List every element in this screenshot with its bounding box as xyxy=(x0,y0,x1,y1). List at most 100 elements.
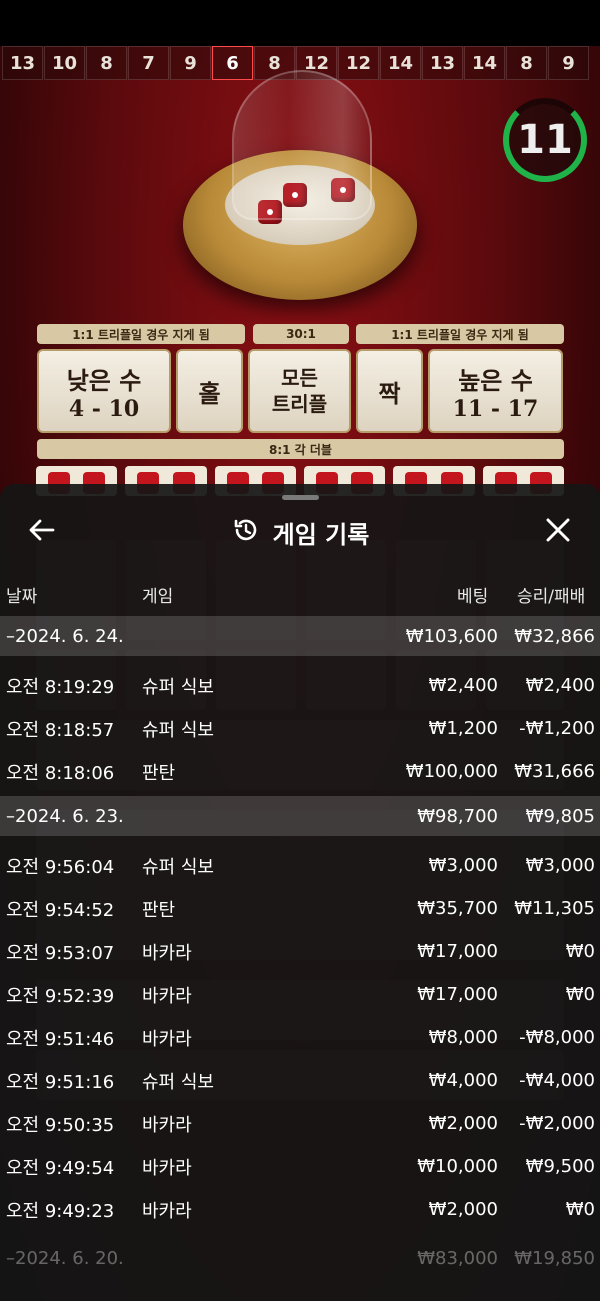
row-win-loss: ₩32,866 xyxy=(514,625,595,647)
status-bar xyxy=(0,0,600,46)
row-time: –2024. 6. 20. xyxy=(6,1248,124,1269)
row-win-loss: ₩0 xyxy=(565,1199,595,1220)
history-clock-icon xyxy=(231,516,259,548)
history-result-cell: 14 xyxy=(464,46,505,80)
history-row[interactable]: 오전 8:18:57 슈퍼 식보 ₩1,200 -₩1,200 xyxy=(0,707,600,750)
bet-small[interactable]: 낮은 수 4 - 10 xyxy=(37,349,171,433)
column-header-bet: 베팅 xyxy=(457,587,489,607)
date-group-row: –2024. 6. 20. ₩83,000 ₩19,850 xyxy=(0,1237,600,1280)
bet-odd-label: 홀 xyxy=(198,379,221,408)
row-game: 판탄 xyxy=(142,762,176,784)
sheet-header: 게임 기록 xyxy=(0,504,600,560)
row-win-loss: -₩1,200 xyxy=(519,718,595,739)
countdown-timer: 11 xyxy=(503,98,587,182)
history-row[interactable]: 오전 9:49:54 바카라 ₩10,000 ₩9,500 xyxy=(0,1145,600,1188)
row-bet: ₩100,000 xyxy=(405,761,498,782)
row-win-loss: -₩8,000 xyxy=(519,1027,595,1048)
row-time: 오전 9:51:16 xyxy=(6,1071,115,1093)
row-win-loss: ₩9,805 xyxy=(525,805,595,827)
row-win-loss: ₩9,500 xyxy=(525,1156,595,1177)
row-time: 오전 9:53:07 xyxy=(6,942,115,964)
row-bet: ₩83,000 xyxy=(417,1248,498,1269)
glass-dome xyxy=(232,70,372,220)
row-game: 판탄 xyxy=(142,899,176,921)
history-row[interactable]: 오전 9:49:23 바카라 ₩2,000 ₩0 xyxy=(0,1188,600,1231)
history-result-cell: 8 xyxy=(86,46,127,80)
row-game: 슈퍼 식보 xyxy=(142,719,214,741)
row-bet: ₩103,600 xyxy=(405,625,498,647)
row-game: 바카라 xyxy=(142,985,192,1007)
history-row[interactable]: 오전 9:56:04 슈퍼 식보 ₩3,000 ₩3,000 xyxy=(0,844,600,887)
row-time: 오전 9:54:52 xyxy=(6,899,115,921)
history-row[interactable]: 오전 9:54:52 판탄 ₩35,700 ₩11,305 xyxy=(0,887,600,930)
row-bet: ₩2,400 xyxy=(428,675,498,696)
row-game: 슈퍼 식보 xyxy=(142,676,214,698)
row-bet: ₩8,000 xyxy=(428,1027,498,1048)
row-time: 오전 9:49:23 xyxy=(6,1200,115,1222)
row-game: 바카라 xyxy=(142,1157,192,1179)
history-row[interactable]: 오전 9:53:07 바카라 ₩17,000 ₩0 xyxy=(0,930,600,973)
history-result-cell: 9 xyxy=(548,46,589,80)
close-icon xyxy=(546,518,570,546)
history-result-cell: 9 xyxy=(170,46,211,80)
row-time: 오전 9:52:39 xyxy=(6,985,115,1007)
row-time: 오전 9:51:46 xyxy=(6,1028,115,1050)
history-result-cell: 13 xyxy=(422,46,463,80)
date-group-row: –2024. 6. 24. ₩103,600 ₩32,866 xyxy=(0,616,600,656)
row-bet: ₩98,700 xyxy=(417,805,498,827)
row-win-loss: -₩2,000 xyxy=(519,1113,595,1134)
history-row[interactable]: 오전 8:18:06 판탄 ₩100,000 ₩31,666 xyxy=(0,750,600,793)
row-bet: ₩17,000 xyxy=(417,941,498,962)
bet-big-range: 11 - 17 xyxy=(452,395,539,422)
history-result-cell: 13 xyxy=(2,46,43,80)
row-bet: ₩3,000 xyxy=(428,855,498,876)
row-time: –2024. 6. 23. xyxy=(6,805,124,827)
row-bet: ₩17,000 xyxy=(417,984,498,1005)
column-header-win-loss: 승리/패배 xyxy=(517,587,586,607)
row-bet: ₩35,700 xyxy=(417,898,498,919)
history-row[interactable]: 오전 9:51:46 바카라 ₩8,000 -₩8,000 xyxy=(0,1016,600,1059)
bet-even-label: 짝 xyxy=(378,379,401,408)
history-row[interactable]: 오전 8:19:29 슈퍼 식보 ₩2,400 ₩2,400 xyxy=(0,664,600,707)
row-win-loss: ₩2,400 xyxy=(525,675,595,696)
page-title: 게임 기록 xyxy=(272,520,370,549)
history-row[interactable]: 오전 9:52:39 바카라 ₩17,000 ₩0 xyxy=(0,973,600,1016)
row-time: 오전 8:19:29 xyxy=(6,676,115,698)
history-result-cell: 10 xyxy=(44,46,85,80)
column-header-date: 날짜 xyxy=(6,587,38,607)
back-button[interactable] xyxy=(20,514,64,550)
row-time: –2024. 6. 24. xyxy=(6,625,124,647)
history-result-cell: 8 xyxy=(506,46,547,80)
bet-any-triple[interactable]: 모든 트리플 xyxy=(248,349,351,433)
bet-even[interactable]: 짝 xyxy=(356,349,423,433)
row-time: 오전 8:18:06 xyxy=(6,762,115,784)
history-result-cell: 6 xyxy=(212,46,253,80)
history-row[interactable]: 오전 9:51:16 슈퍼 식보 ₩4,000 -₩4,000 xyxy=(0,1059,600,1102)
bet-big[interactable]: 높은 수 11 - 17 xyxy=(428,349,563,433)
row-win-loss: ₩11,305 xyxy=(514,898,595,919)
date-group-row: –2024. 6. 23. ₩98,700 ₩9,805 xyxy=(0,796,600,836)
row-bet: ₩10,000 xyxy=(417,1156,498,1177)
row-bet: ₩4,000 xyxy=(428,1070,498,1091)
bet-big-label: 높은 수 xyxy=(458,366,533,395)
close-button[interactable] xyxy=(536,514,580,550)
row-win-loss: ₩0 xyxy=(565,941,595,962)
arrow-left-icon xyxy=(29,519,55,545)
title-group: 게임 기록 xyxy=(0,504,600,560)
bet-any-triple-label-2: 트리플 xyxy=(271,392,328,416)
row-game: 바카라 xyxy=(142,1028,192,1050)
history-result-cell: 12 xyxy=(338,46,379,80)
odds-label-small: 1:1 트리플일 경우 지게 됨 xyxy=(37,324,245,344)
row-game: 슈퍼 식보 xyxy=(142,856,214,878)
row-game: 바카라 xyxy=(142,942,192,964)
row-time: 오전 8:18:57 xyxy=(6,719,115,741)
odds-label-big: 1:1 트리플일 경우 지게 됨 xyxy=(356,324,564,344)
row-bet: ₩2,000 xyxy=(428,1199,498,1220)
row-bet: ₩2,000 xyxy=(428,1113,498,1134)
column-header-game: 게임 xyxy=(142,587,174,607)
bet-odd[interactable]: 홀 xyxy=(176,349,243,433)
bet-any-triple-label-1: 모든 xyxy=(281,366,318,390)
history-row[interactable]: 오전 9:50:35 바카라 ₩2,000 -₩2,000 xyxy=(0,1102,600,1145)
row-win-loss: ₩3,000 xyxy=(525,855,595,876)
drag-handle[interactable] xyxy=(282,495,319,500)
